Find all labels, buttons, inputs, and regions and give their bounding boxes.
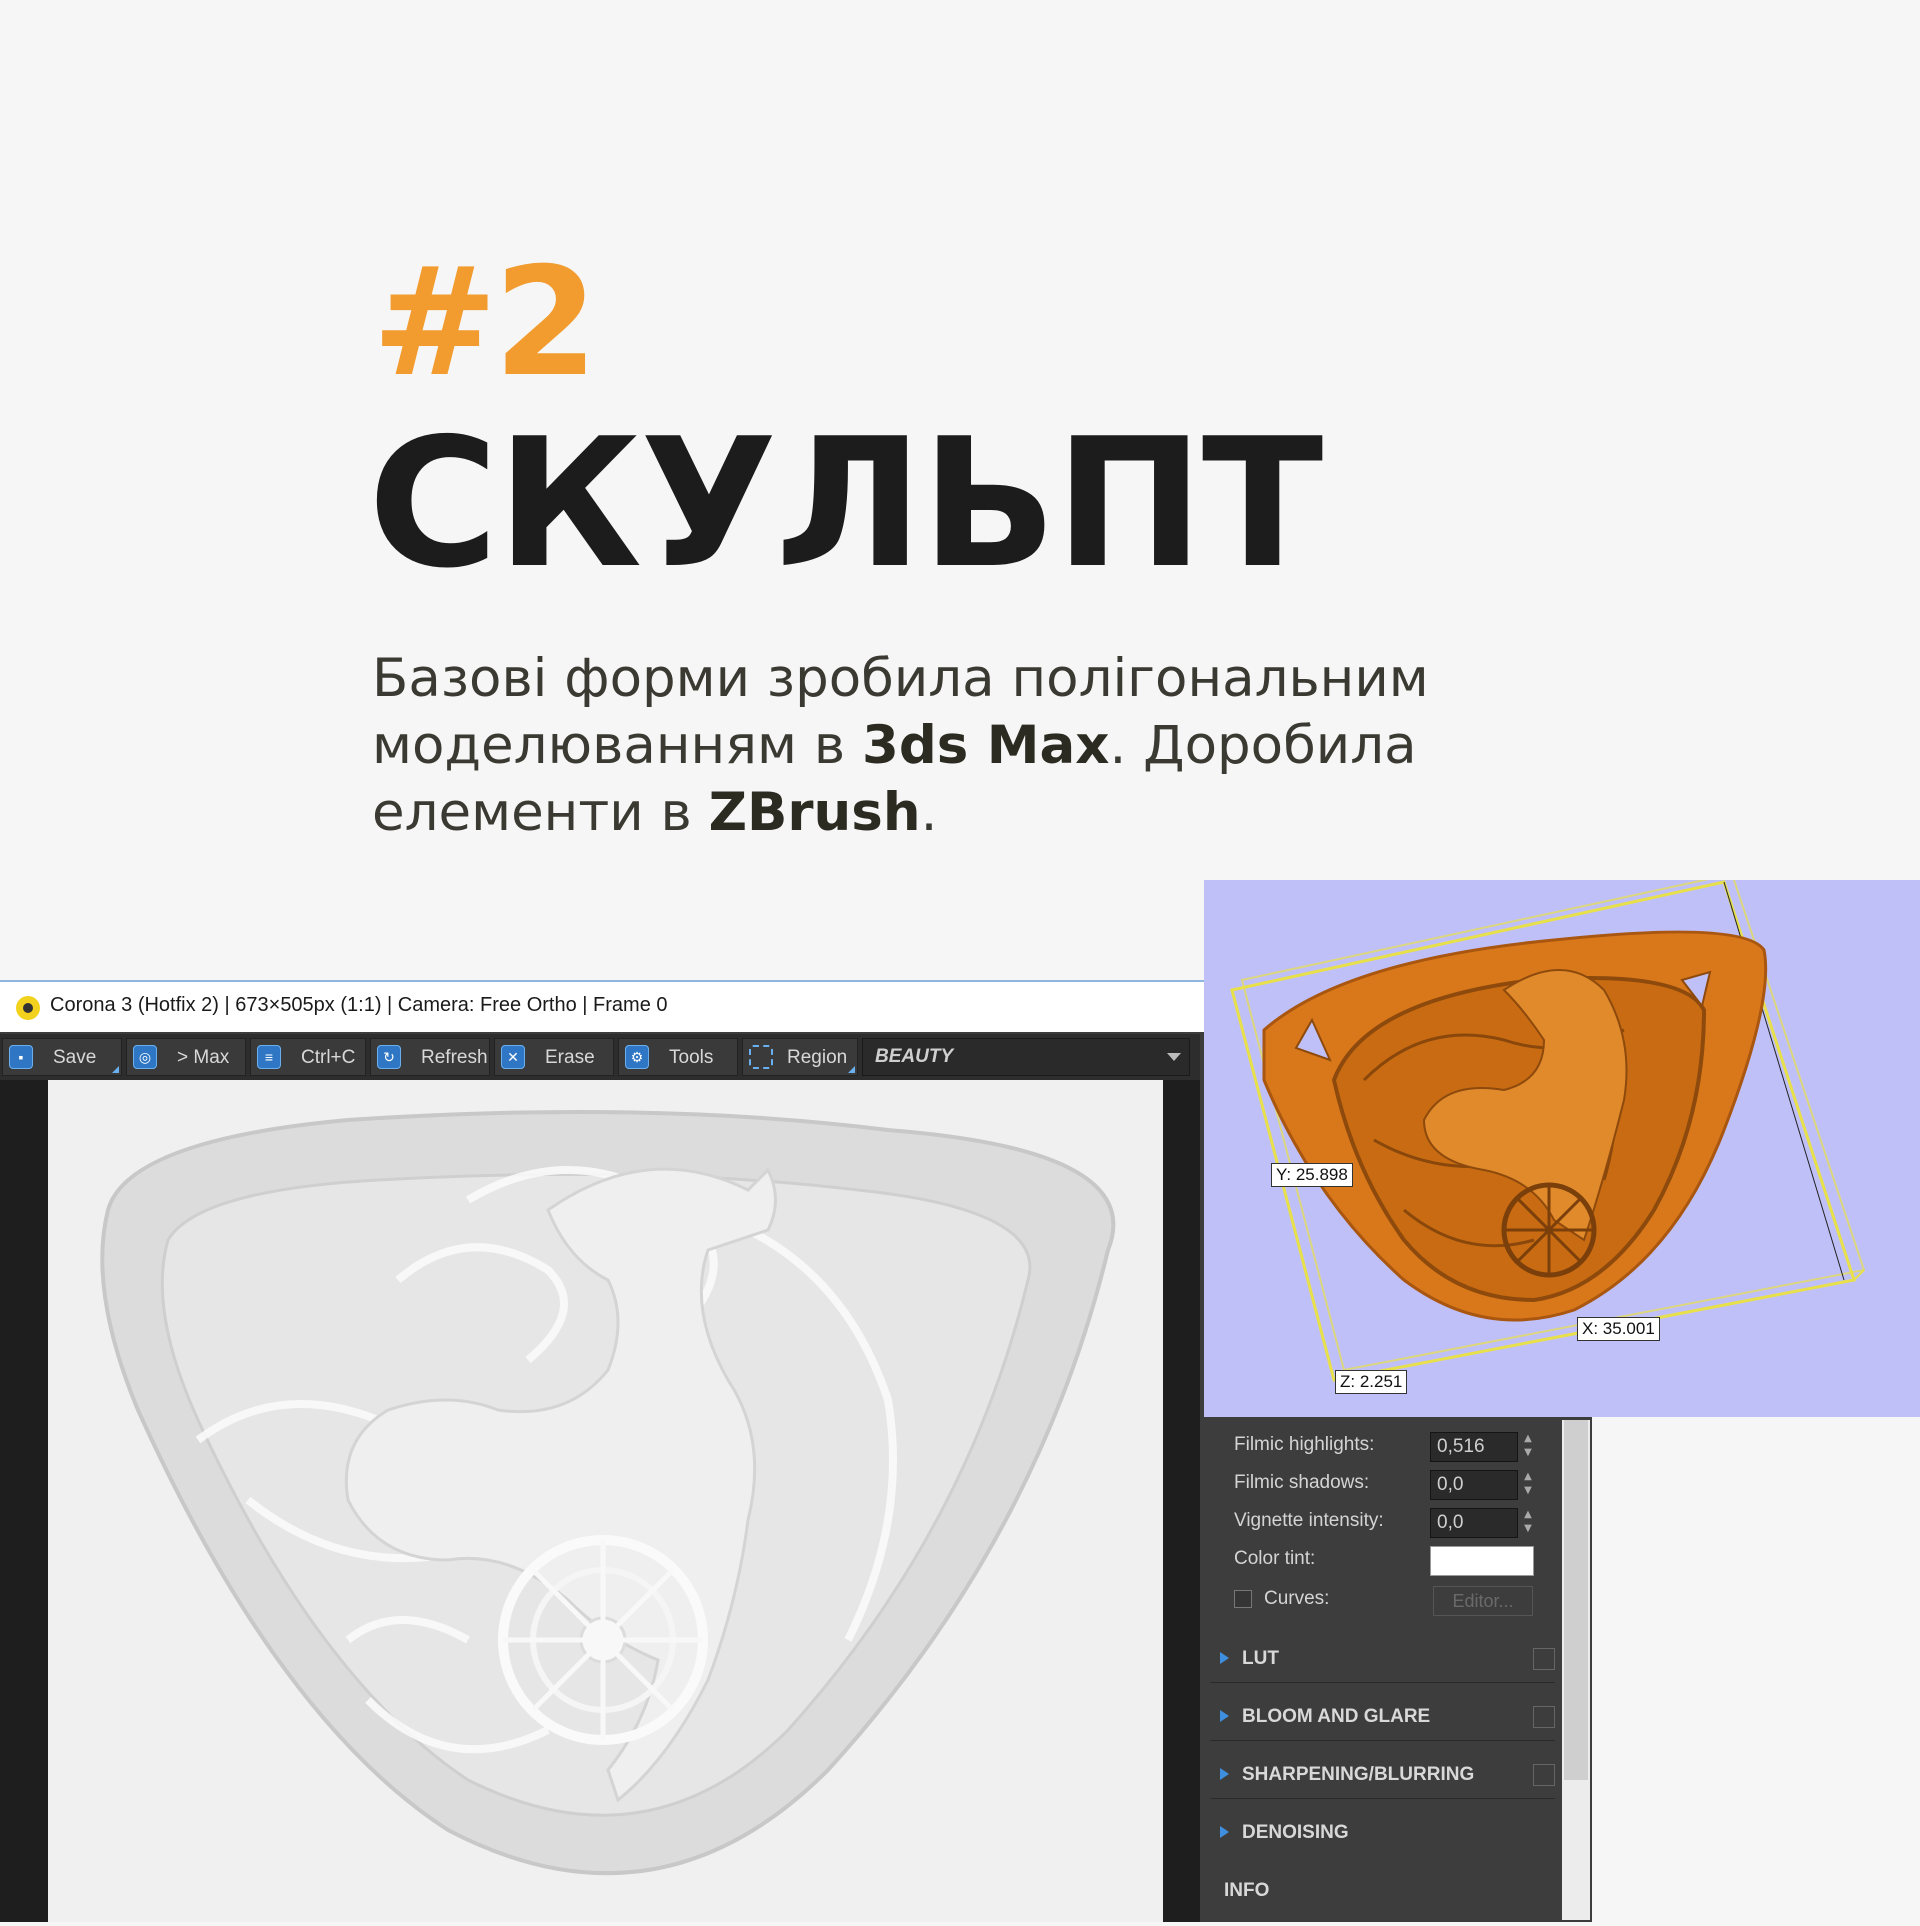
dimension-x-label: X: 35.001 [1577,1317,1660,1341]
section-label: LUT [1242,1648,1279,1669]
section-denoising[interactable]: DENOISING [1210,1812,1555,1856]
filmic-highlights-input[interactable]: 0,516 [1430,1432,1518,1462]
tool-zbrush: ZBrush [708,782,921,843]
region-select-icon [749,1045,773,1069]
pendant-render [100,1110,1116,1876]
expand-arrow-icon [1220,1652,1229,1664]
vfb-toolbar: ▪ Save ◎ > Max ≡ Ctrl+C ↻ Refresh ✕ Eras… [0,1034,1200,1080]
save-icon: ▪ [9,1045,33,1069]
filmic-highlights-label: Filmic highlights: [1234,1434,1375,1455]
corona-logo-icon [16,996,40,1020]
section-label: SHARPENING/BLURRING [1242,1764,1475,1785]
expand-arrow-icon [1220,1768,1229,1780]
save-button[interactable]: ▪ Save [2,1038,122,1076]
curves-label: Curves: [1264,1588,1330,1609]
slide-number: #2 [372,236,598,410]
slide-title: СКУЛЬПТ [368,400,1323,607]
panel-scrollbar[interactable] [1562,1420,1590,1920]
section-enable-checkbox[interactable] [1533,1706,1555,1728]
section-sharpening-blurring[interactable]: SHARPENING/BLURRING [1210,1754,1555,1799]
filmic-shadows-input[interactable]: 0,0 [1430,1470,1518,1500]
erase-icon: ✕ [501,1045,525,1069]
region-label: Region [787,1047,848,1068]
curves-editor-button[interactable]: Editor... [1433,1586,1533,1616]
spinner-arrows-icon[interactable]: ▲ ▼ [1522,1470,1534,1500]
copy-label: Ctrl+C [301,1047,356,1068]
tools-button[interactable]: ⚙ Tools [618,1038,738,1076]
region-button[interactable]: Region [742,1038,858,1076]
erase-label: Erase [545,1047,595,1068]
vignette-intensity-label: Vignette intensity: [1234,1510,1384,1531]
save-label: Save [53,1047,97,1068]
zbrush-viewport[interactable]: Y: 25.898 X: 35.001 Z: 2.251 [1204,880,1920,1417]
curves-checkbox[interactable] [1234,1590,1252,1608]
section-label: BLOOM AND GLARE [1242,1706,1431,1727]
refresh-icon: ↻ [377,1045,401,1069]
section-enable-checkbox[interactable] [1533,1648,1555,1670]
to-max-button[interactable]: ◎ > Max [126,1038,246,1076]
description-text-3: . [920,782,938,843]
expand-arrow-icon [1220,1826,1229,1838]
filmic-shadows-label: Filmic shadows: [1234,1472,1370,1493]
expand-arrow-icon [1220,1710,1229,1722]
section-lut[interactable]: LUT [1210,1638,1555,1683]
section-label: INFO [1224,1880,1270,1901]
to-max-label: > Max [177,1047,230,1068]
section-bloom-and-glare[interactable]: BLOOM AND GLARE [1210,1696,1555,1741]
erase-button[interactable]: ✕ Erase [494,1038,614,1076]
spinner-arrows-icon[interactable]: ▲ ▼ [1522,1432,1534,1462]
dropdown-corner-icon [848,1066,855,1073]
copy-button[interactable]: ≡ Ctrl+C [250,1038,366,1076]
render-image [48,1080,1163,1922]
gear-icon: ⚙ [625,1045,649,1069]
tools-label: Tools [669,1047,714,1068]
vignette-intensity-input[interactable]: 0,0 [1430,1508,1518,1538]
section-info[interactable]: INFO [1210,1870,1555,1914]
section-label: DENOISING [1242,1822,1349,1843]
section-enable-checkbox[interactable] [1533,1764,1555,1786]
tool-3dsmax: 3ds Max [861,715,1110,776]
color-tint-swatch[interactable] [1430,1546,1534,1576]
post-processing-panel: Filmic highlights: 0,516 ▲ ▼ Filmic shado… [1200,1420,1592,1920]
channel-select[interactable]: BEAUTY [862,1038,1190,1076]
spinner-arrows-icon[interactable]: ▲ ▼ [1522,1508,1534,1538]
refresh-button[interactable]: ↻ Refresh [370,1038,490,1076]
channel-value: BEAUTY [875,1046,954,1067]
slide-description: Базові форми зробила полігональним модел… [372,645,1552,846]
pendant-3d-model [1230,880,1866,1382]
copy-icon: ≡ [257,1045,281,1069]
color-tint-label: Color tint: [1234,1548,1316,1569]
dimension-z-label: Z: 2.251 [1335,1370,1408,1394]
render-viewport[interactable] [0,1080,1200,1922]
scrollbar-thumb[interactable] [1564,1420,1588,1780]
chevron-down-icon [1167,1053,1181,1061]
dimension-y-label: Y: 25.898 [1271,1163,1353,1187]
max-logo-icon: ◎ [133,1045,157,1069]
dropdown-corner-icon [112,1066,119,1073]
refresh-label: Refresh [421,1047,488,1068]
window-title: Corona 3 (Hotfix 2) | 673×505px (1:1) | … [50,994,668,1016]
